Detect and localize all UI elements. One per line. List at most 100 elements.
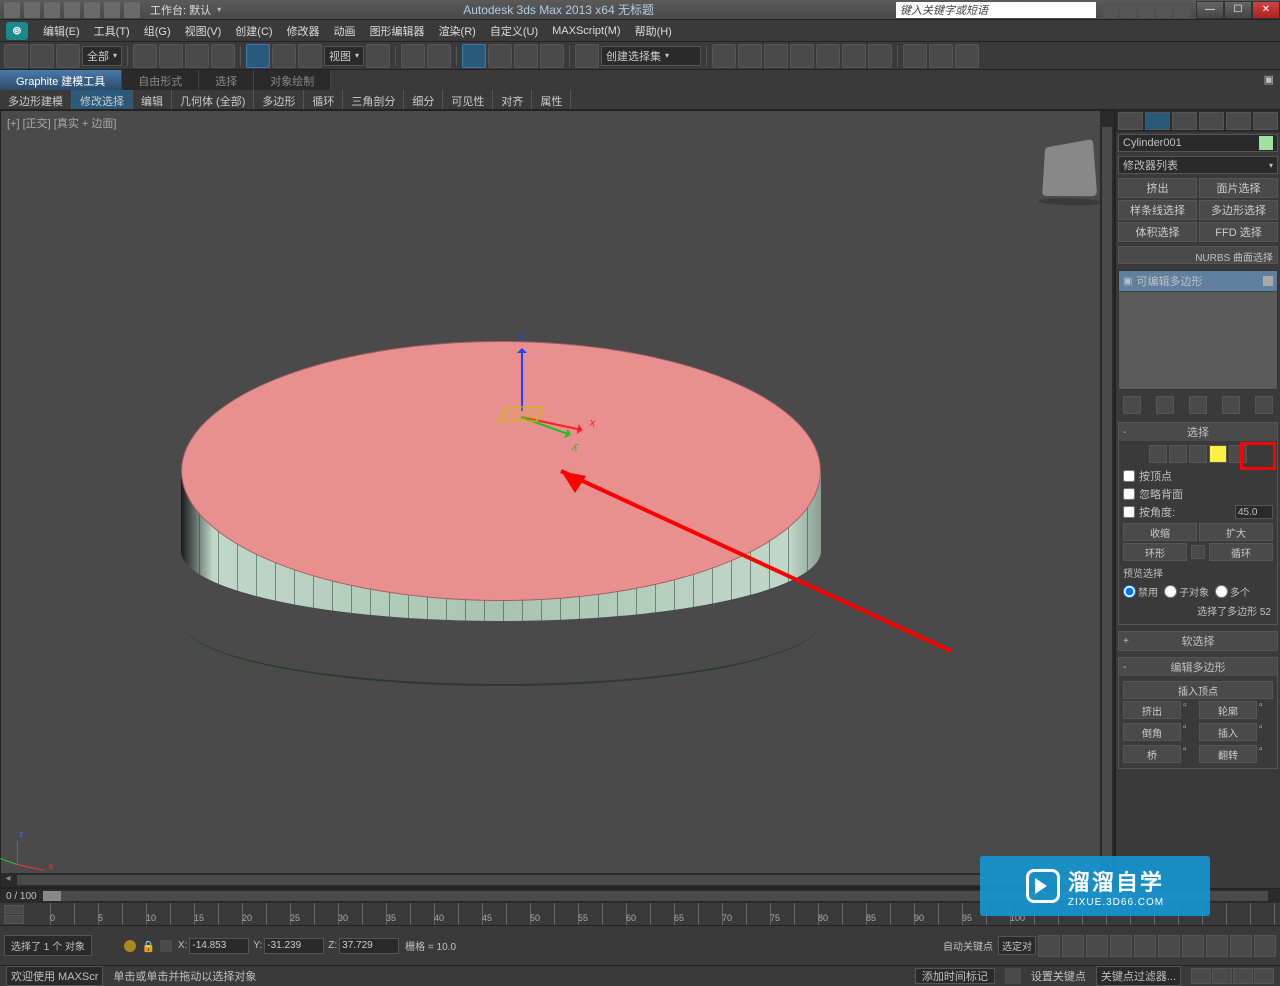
angle-snap-icon[interactable] [488,44,512,68]
menu-custom[interactable]: 自定义(U) [483,23,545,39]
modifier-stack[interactable]: 可编辑多边形 [1118,270,1278,390]
ignore-backface-checkbox[interactable] [1123,488,1135,500]
create-tab-icon[interactable] [1118,112,1143,130]
motion-tab-icon[interactable] [1199,112,1224,130]
key-icon[interactable] [1005,968,1021,984]
keyboard-shortcut-icon[interactable] [427,44,451,68]
search-go-icon[interactable] [1102,2,1118,18]
ribbon-geom-all[interactable]: 几何体 (全部) [172,90,254,109]
ribbon-loop[interactable]: 循环 [304,90,343,109]
outline-settings-icon[interactable]: ▫ [1259,700,1273,718]
select-object-icon[interactable] [133,44,157,68]
favorite-icon[interactable] [1156,2,1172,18]
ribbon-vis[interactable]: 可见性 [443,90,493,109]
close-button[interactable]: ✕ [1252,1,1280,19]
tab-graphite[interactable]: Graphite 建模工具 [0,70,122,90]
next-frame-icon[interactable] [1110,935,1132,957]
ribbon-prop[interactable]: 属性 [532,90,571,109]
trackbar-key-icon[interactable] [4,905,24,914]
goto-end-icon[interactable] [1134,935,1156,957]
exchange-icon[interactable] [1138,2,1154,18]
goto-start-icon[interactable] [1038,935,1060,957]
menu-create[interactable]: 创建(C) [228,23,279,39]
edit-named-sel-icon[interactable] [575,44,599,68]
subobj-vertex-icon[interactable] [1149,445,1167,463]
modifier-toggle-icon[interactable] [1263,276,1273,286]
preview-disable-radio[interactable] [1123,585,1136,598]
schematic-icon[interactable] [842,44,866,68]
autokey-button[interactable]: 自动关键点 [940,938,996,953]
nav-btn-1[interactable] [1191,968,1211,984]
viewport-hscroll[interactable] [1,873,1114,887]
minimize-button[interactable]: — [1196,1,1224,19]
remove-modifier-icon[interactable] [1222,396,1240,414]
lock-icon[interactable] [124,940,136,952]
loop-button[interactable]: 循环 [1209,543,1273,561]
add-time-tag-button[interactable]: 添加时间标记 [915,968,995,984]
angle-spinner[interactable]: 45.0 [1235,505,1273,519]
time-slider[interactable] [43,891,1268,901]
preset-polysel-button[interactable]: 多边形选择 [1199,200,1278,220]
ref-coord-dropdown[interactable]: 视图 [324,46,364,66]
ribbon-subdiv[interactable]: 细分 [404,90,443,109]
inset-button[interactable]: 插入 [1199,723,1257,741]
tab-select[interactable]: 选择 [199,70,254,90]
hierarchy-tab-icon[interactable] [1172,112,1197,130]
align-icon[interactable] [738,44,762,68]
preset-patch-button[interactable]: 面片选择 [1199,178,1278,198]
coord-z-input[interactable] [339,938,399,954]
subobj-border-icon[interactable] [1189,445,1207,463]
modifier-list-dropdown[interactable]: 修改器列表 [1118,156,1278,174]
ribbon-poly-model[interactable]: 多边形建模 [0,90,72,109]
key-filter-button[interactable]: 关键点过滤器... [1096,966,1181,986]
ring-button[interactable]: 环形 [1123,543,1187,561]
menu-views[interactable]: 视图(V) [178,23,229,39]
viewcube[interactable] [1042,139,1097,196]
configure-sets-icon[interactable] [1255,396,1273,414]
app-menu-icon[interactable] [4,2,20,18]
curve-editor-icon[interactable] [816,44,840,68]
subobj-edge-icon[interactable] [1169,445,1187,463]
menu-maxscript[interactable]: MAXScript(M) [545,25,627,37]
rollout-editpoly-header[interactable]: -编辑多边形 [1119,658,1277,676]
render-icon[interactable] [955,44,979,68]
new-icon[interactable] [24,2,40,18]
bind-space-warp-icon[interactable] [56,44,80,68]
tab-freeform[interactable]: 自由形式 [122,70,199,90]
transform-gizmo[interactable] [461,351,581,471]
object-name-field[interactable]: Cylinder001 [1118,134,1278,152]
link-icon[interactable] [124,2,140,18]
preview-subobj-radio[interactable] [1164,585,1177,598]
nav-btn-4[interactable] [1254,968,1274,984]
ribbon-edit[interactable]: 编辑 [133,90,172,109]
mirror-icon[interactable] [712,44,736,68]
rollout-softsel-header[interactable]: +软选择 [1119,632,1277,650]
isolate-icon[interactable]: 🔒 [142,940,154,952]
help-icon[interactable] [1174,2,1190,18]
flip-settings-icon[interactable]: ▫ [1259,744,1273,762]
play-icon[interactable] [1086,935,1108,957]
pin-stack-icon[interactable] [1123,396,1141,414]
redo-icon[interactable] [104,2,120,18]
bridge-button[interactable]: 桥 [1123,745,1181,763]
menu-help[interactable]: 帮助(H) [628,23,679,39]
menu-anim[interactable]: 动画 [327,23,363,39]
zoom-icon[interactable] [1182,935,1204,957]
shrink-button[interactable]: 收缩 [1123,523,1197,541]
undo-icon[interactable] [84,2,100,18]
select-manipulate-icon[interactable] [401,44,425,68]
outline-button[interactable]: 轮廓 [1199,701,1257,719]
inset-settings-icon[interactable]: ▫ [1259,722,1273,740]
by-angle-checkbox[interactable] [1123,506,1135,518]
max-viewport-icon[interactable] [1254,935,1276,957]
ribbon-tri[interactable]: 三角剖分 [343,90,404,109]
selection-lock-icon[interactable] [160,940,172,952]
spinner-snap-icon[interactable] [540,44,564,68]
material-editor-icon[interactable] [868,44,892,68]
prev-frame-icon[interactable] [1062,935,1084,957]
insert-vertex-button[interactable]: 插入顶点 [1123,681,1273,699]
scale-icon[interactable] [298,44,322,68]
keymode-dropdown[interactable]: 选定对 [998,936,1036,955]
setkey-button[interactable]: 设置关键点 [1031,968,1086,984]
by-vertex-checkbox[interactable] [1123,470,1135,482]
